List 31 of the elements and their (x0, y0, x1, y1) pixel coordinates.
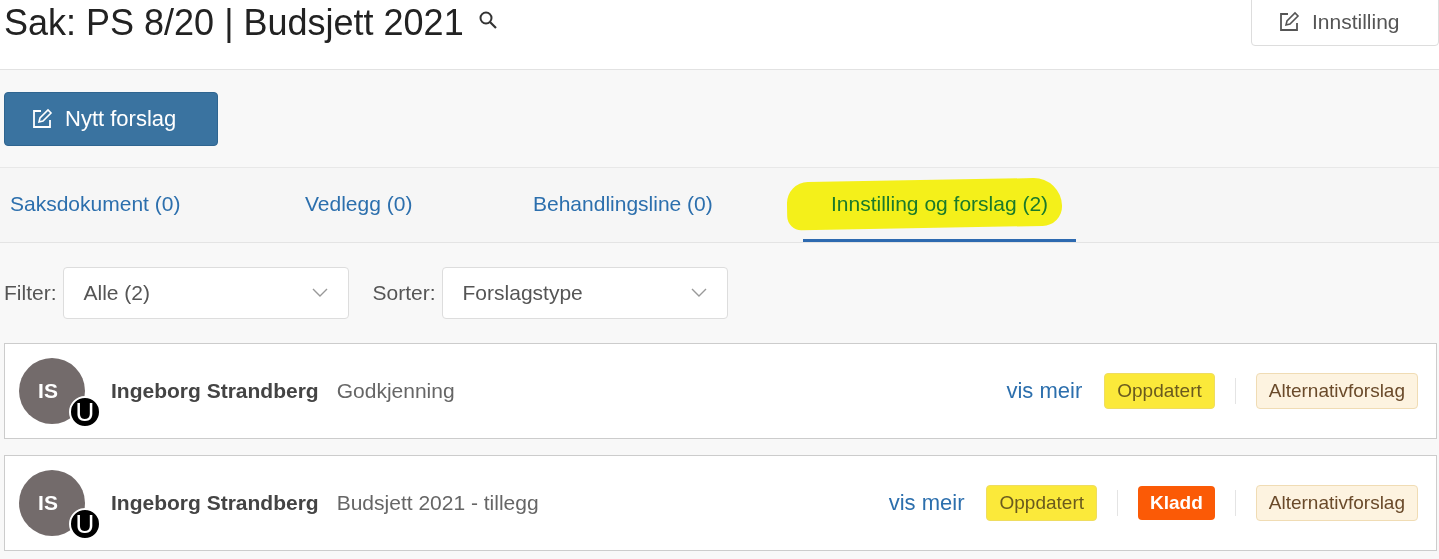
tag: Kladd (1138, 486, 1215, 520)
tag: Alternativforslag (1255, 373, 1418, 409)
show-more-link[interactable]: vis meir (888, 490, 965, 516)
tag: Oppdatert (986, 485, 1097, 521)
dropdown[interactable]: Alle (2) (62, 267, 349, 319)
tab[interactable]: Vedlegg (0) (295, 168, 423, 242)
author-name: Ingeborg Strandberg (111, 379, 319, 403)
tab[interactable]: Saksdokument (0) (0, 168, 191, 242)
new-proposal-button[interactable]: Nytt forslag (4, 91, 218, 146)
tag: Oppdatert (1104, 373, 1215, 409)
proposal-title: Godkjenning (336, 379, 455, 403)
filter-label: Filter: (4, 281, 57, 305)
tag: Alternativforslag (1255, 485, 1418, 521)
author-name: Ingeborg Strandberg (111, 491, 319, 515)
page-title: Sak: PS 8/20 | Budsjett 2021 (4, 2, 464, 44)
avatar-initials: IS (38, 491, 58, 515)
user-badge: U (69, 396, 101, 428)
avatar-initials: IS (38, 379, 58, 403)
proposal-title: Budsjett 2021 - tillegg (336, 491, 539, 515)
chevron-icon (690, 288, 707, 298)
chevron-icon (311, 288, 328, 298)
edit-icon (31, 107, 53, 130)
edit-icon (1278, 11, 1300, 33)
user-badge: U (69, 508, 101, 540)
dropdown[interactable]: Forslagstype (441, 267, 728, 319)
search-icon[interactable] (477, 10, 498, 30)
tab[interactable]: Innstilling og forslag (2) (803, 168, 1077, 242)
settings-button[interactable]: Innstilling (1251, 0, 1439, 46)
show-more-link[interactable]: vis meir (1006, 378, 1083, 404)
filter-label: Sorter: (372, 281, 436, 305)
tab[interactable]: Behandlingsline (0) (523, 168, 723, 242)
